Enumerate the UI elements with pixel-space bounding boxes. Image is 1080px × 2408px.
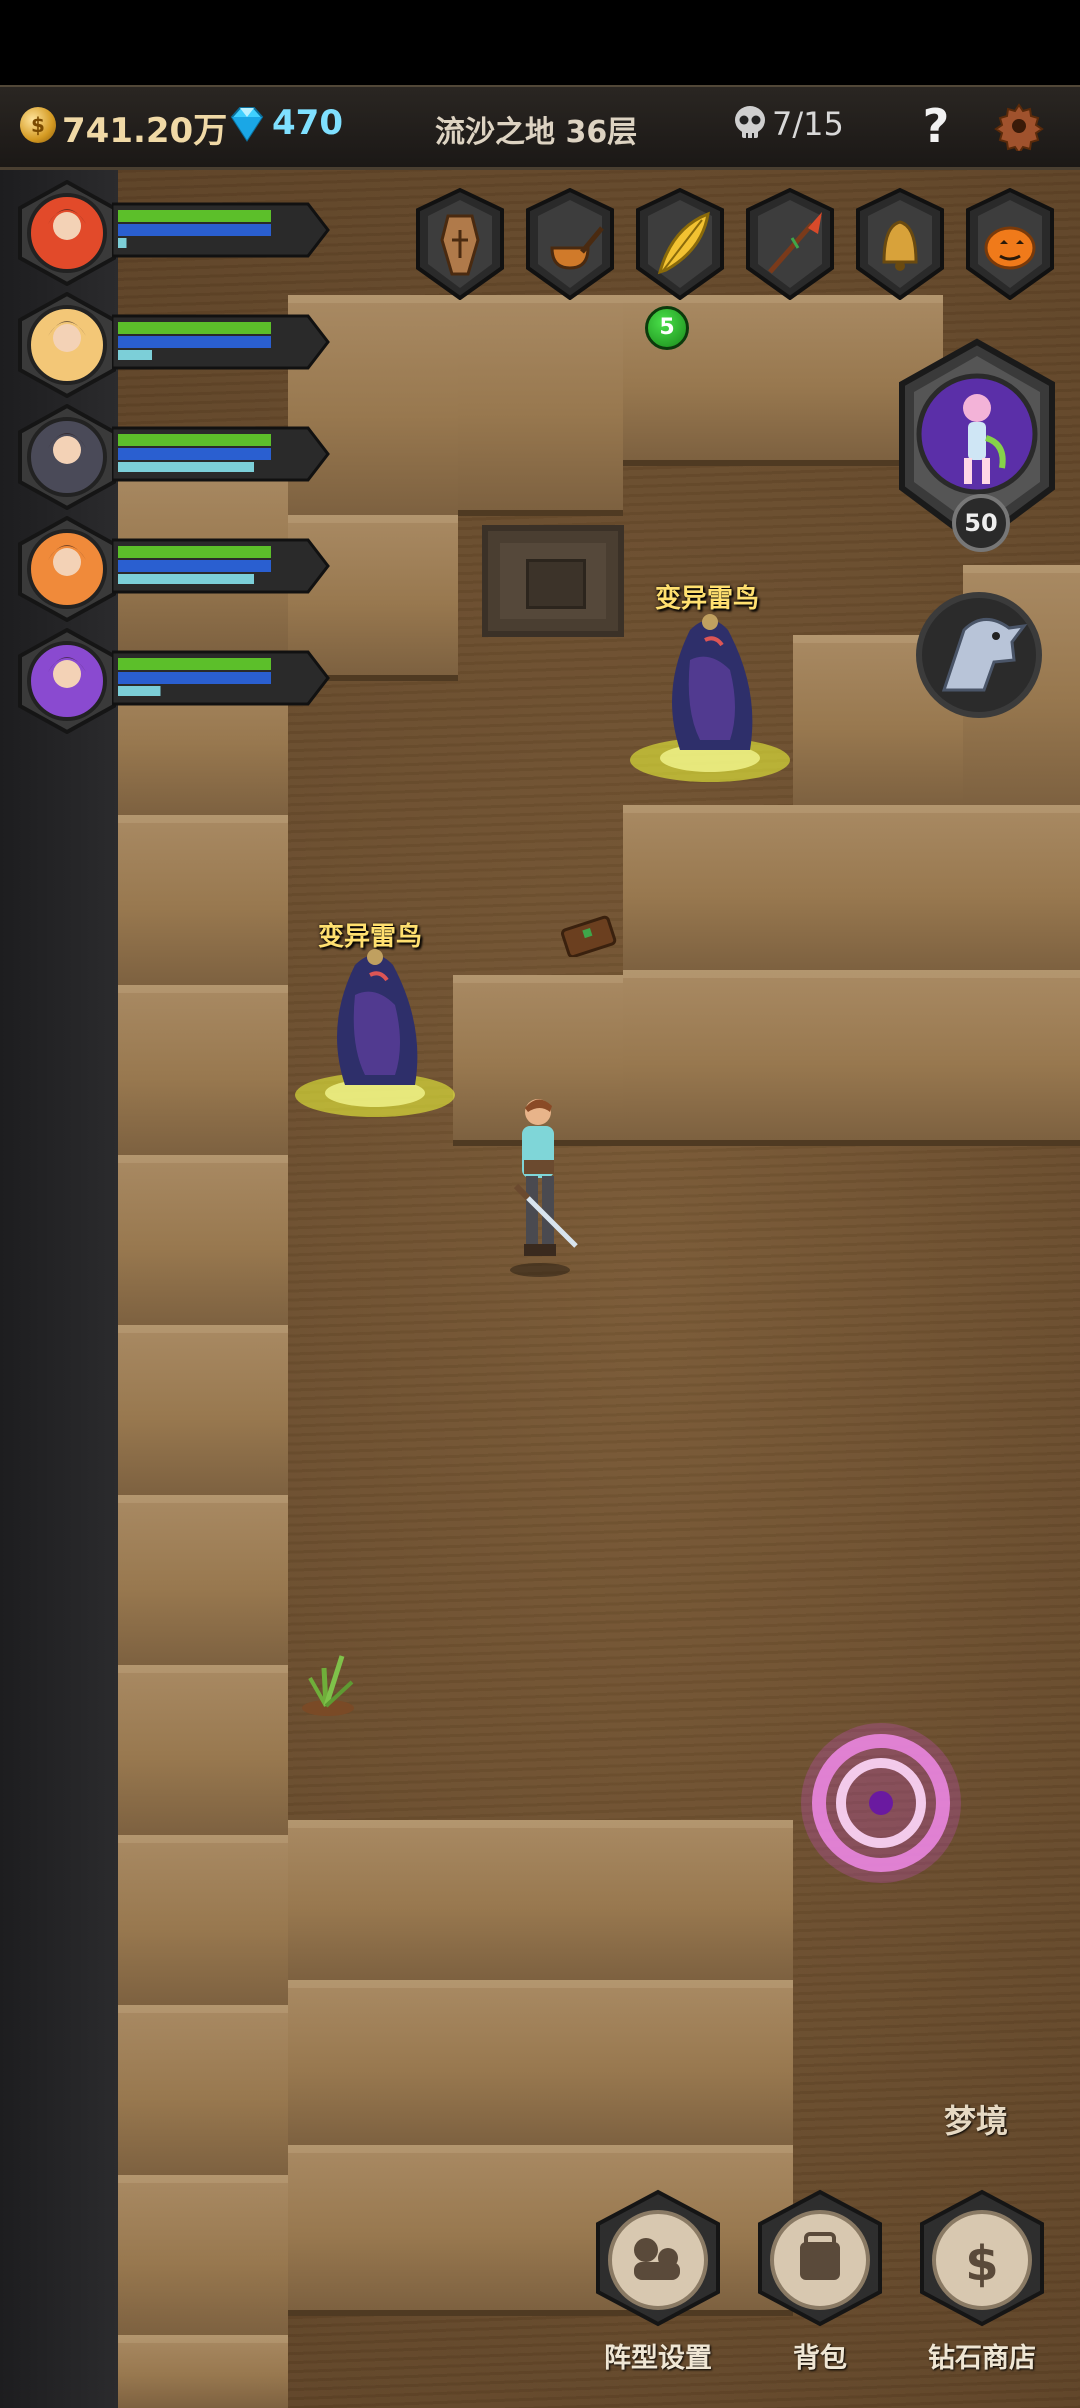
sand-block <box>793 805 963 976</box>
menu-label[interactable]: 背包 <box>740 2336 900 2375</box>
party-member-4[interactable] <box>14 516 334 626</box>
stairs-inner <box>526 559 586 609</box>
sand-block <box>118 1665 288 1841</box>
sand-block <box>288 1980 458 2151</box>
sand-block <box>793 970 963 1146</box>
sand-block <box>963 805 1080 976</box>
help-button[interactable]: ? <box>916 99 956 153</box>
hero-portrait-icon[interactable] <box>14 404 120 510</box>
hero-status-bars <box>112 650 330 706</box>
hero-portrait-icon[interactable] <box>14 180 120 286</box>
hero-status-bars <box>112 426 330 482</box>
game-screen: $ 741.20万 470 流沙之地 36层 7/15 ? 5 50 变异雷鸟 … <box>0 0 1080 2408</box>
sand-block <box>628 1820 793 1986</box>
sand-block <box>458 295 623 516</box>
bell-icon[interactable] <box>852 188 948 300</box>
sand-block <box>118 2175 288 2341</box>
formation-icon[interactable] <box>588 2188 728 2328</box>
dream-label[interactable]: 梦境 <box>944 2096 1008 2142</box>
sand-block <box>118 1325 288 1501</box>
gem-amount: 470 <box>272 103 343 143</box>
svg-text:$: $ <box>965 2236 998 2292</box>
sand-block <box>288 2145 458 2316</box>
hero-status-bars <box>112 202 330 258</box>
portal[interactable] <box>796 1718 966 1888</box>
sand-block <box>963 970 1080 1146</box>
hero-portrait-icon[interactable] <box>14 628 120 734</box>
party-member-1[interactable] <box>14 180 334 290</box>
sand-block <box>458 1820 628 1986</box>
menu-label[interactable]: 钻石商店 <box>902 2336 1062 2375</box>
party-member-2[interactable] <box>14 292 334 402</box>
player-hero[interactable] <box>480 1090 610 1280</box>
hero-status-bars <box>112 314 330 370</box>
sand-block <box>458 1980 628 2151</box>
feather-icon[interactable] <box>632 188 728 300</box>
sand-block <box>118 1155 288 1331</box>
stone-stairs[interactable] <box>482 525 624 637</box>
sand-block <box>118 1495 288 1671</box>
sand-block <box>623 805 793 976</box>
sand-block <box>288 1820 458 1986</box>
sand-block <box>118 2335 288 2408</box>
sand-block <box>623 970 793 1146</box>
settings-gear-icon[interactable] <box>994 101 1044 151</box>
party-member-5[interactable] <box>14 628 334 738</box>
boss-level-badge: 50 <box>952 494 1010 552</box>
desert-plant <box>302 1655 354 1716</box>
sand-block <box>118 815 288 991</box>
floor-title: 流沙之地 36层 <box>435 115 638 150</box>
skull-icon <box>735 106 765 138</box>
gold-amount: 741.20万 <box>62 111 228 151</box>
diamond-icon <box>230 107 264 142</box>
item-count-badge: 5 <box>645 306 689 350</box>
coffin-icon[interactable] <box>412 188 508 300</box>
menu-label[interactable]: 阵型设置 <box>578 2336 738 2375</box>
pipe-icon[interactable] <box>522 188 618 300</box>
raven-skill-icon[interactable] <box>914 590 1044 720</box>
hero-portrait-icon[interactable] <box>14 516 120 622</box>
pumpkin-icon[interactable] <box>962 188 1058 300</box>
kill-counter: 7/15 <box>772 105 844 143</box>
backpack-icon[interactable] <box>750 2188 890 2328</box>
treasure-chest[interactable] <box>558 913 618 957</box>
thunderbird-enemy[interactable] <box>275 935 475 1135</box>
dollar-icon[interactable]: $ <box>912 2188 1052 2328</box>
sand-block <box>118 985 288 1161</box>
spear-icon[interactable] <box>742 188 838 300</box>
hero-portrait-icon[interactable] <box>14 292 120 398</box>
sand-block <box>628 1980 793 2151</box>
hero-status-bars <box>112 538 330 594</box>
thunderbird-enemy[interactable] <box>610 600 810 800</box>
party-member-3[interactable] <box>14 404 334 514</box>
top-status-bar: $ 741.20万 470 流沙之地 36层 7/15 ? <box>0 85 1080 170</box>
sand-block <box>118 1835 288 2011</box>
gold-coin-icon: $ <box>20 107 56 143</box>
sand-block <box>118 2005 288 2181</box>
